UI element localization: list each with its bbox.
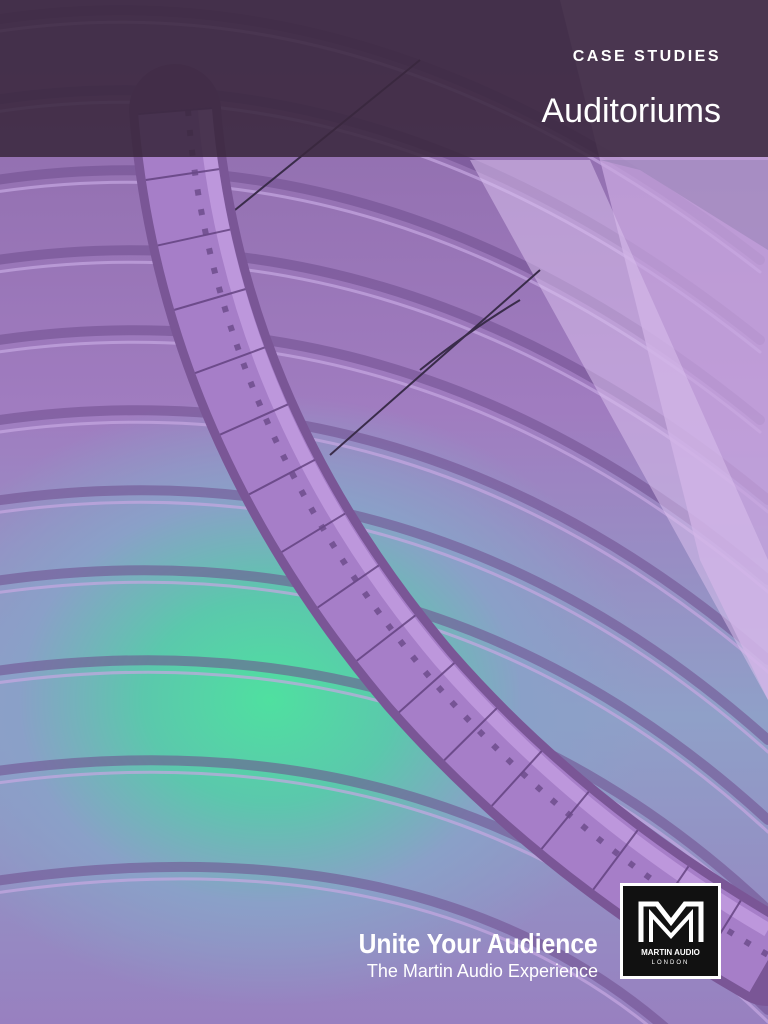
tagline: Unite Your Audience: [358, 928, 598, 959]
brochure-cover: CASE STUDIES Auditoriums Unite Your Audi…: [0, 0, 768, 1024]
martin-audio-logo: MARTIN AUDIO LONDON: [620, 883, 721, 979]
sub-tagline: The Martin Audio Experience: [366, 961, 598, 981]
m-mark-icon: [638, 901, 704, 942]
logo-wordmark: MARTIN AUDIO: [641, 948, 700, 957]
header-band: [0, 0, 768, 157]
section-kicker: CASE STUDIES: [572, 48, 721, 65]
logo-location: LONDON: [651, 960, 690, 966]
page-title: Auditoriums: [541, 92, 721, 130]
